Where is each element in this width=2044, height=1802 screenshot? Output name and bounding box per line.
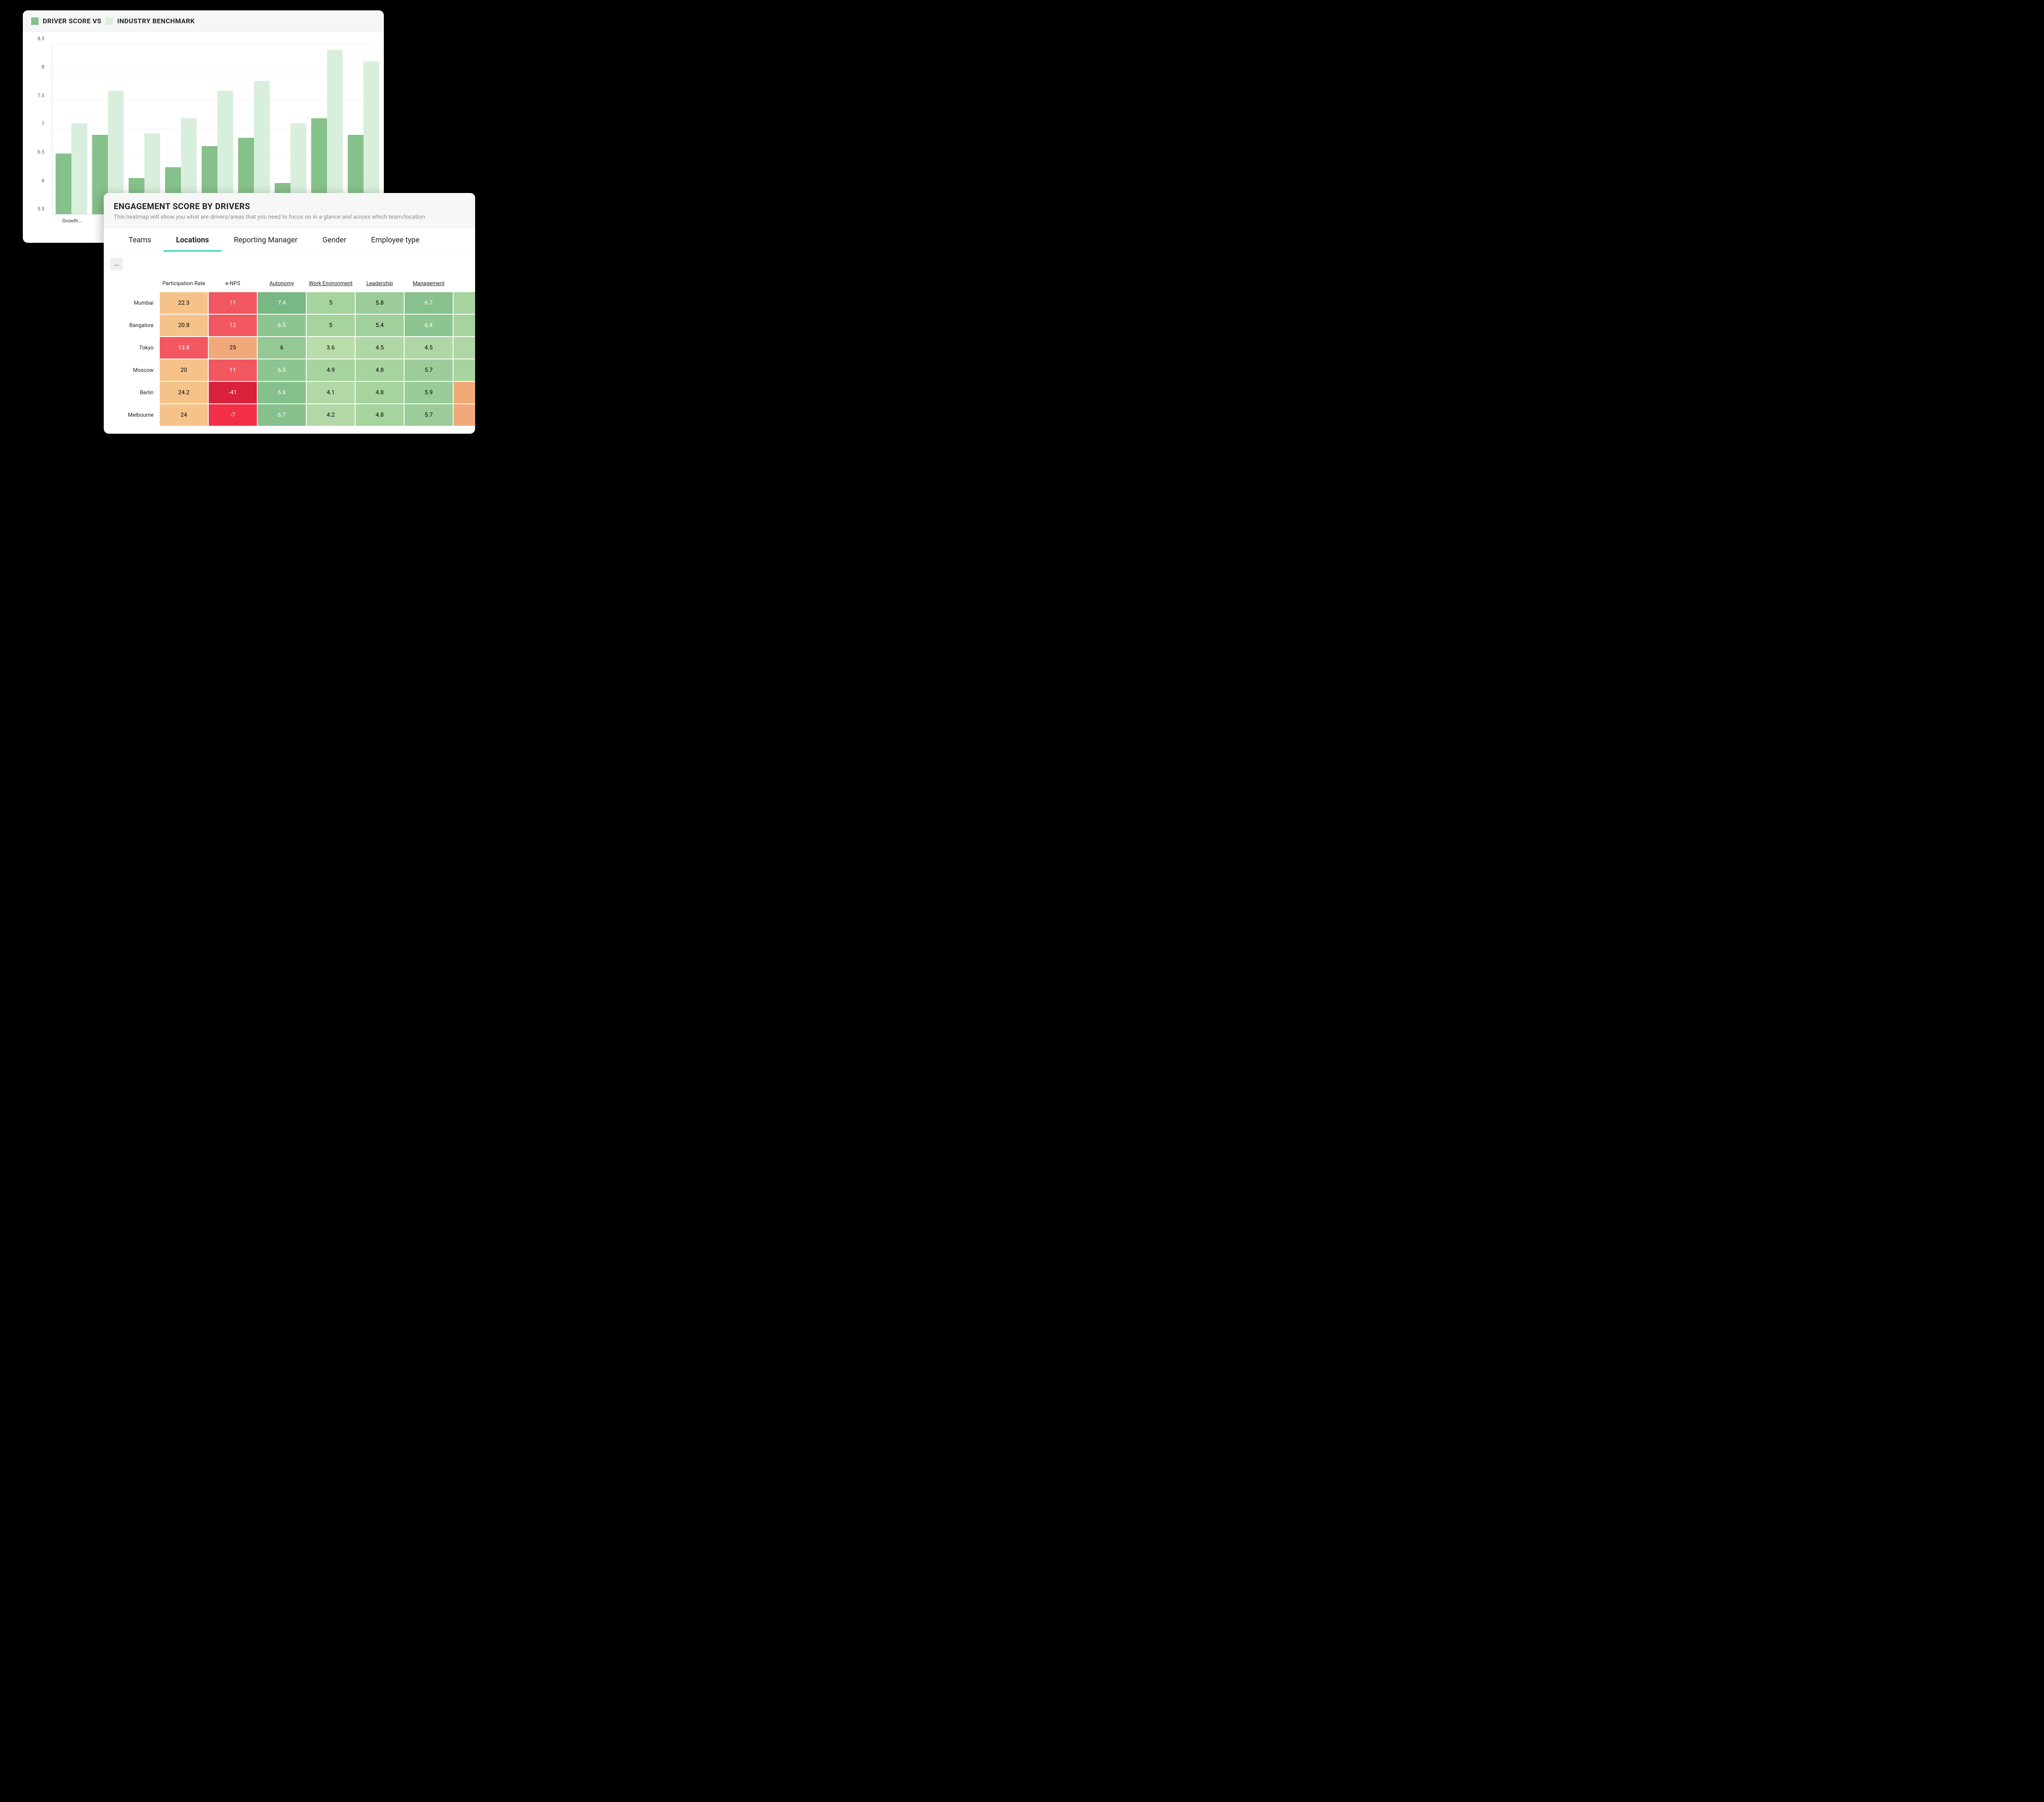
plot-area [52,44,376,215]
heatmap-subtitle: This heatmap will show you what are driv… [114,214,465,220]
y-tick: 7.5 [37,93,44,98]
heatmap-cell: 5.7 [404,404,453,426]
y-tick: 8.5 [37,36,44,42]
heatmap-col-header[interactable]: Autonomy [257,273,306,292]
heatmap-cell: -41 [208,381,257,404]
heatmap-cell: 4.5 [404,337,453,359]
heatmap-grid: Participation Ratee-NPSAutonomyWork Envi… [110,273,475,426]
bar [71,123,87,214]
heatmap-tabs: TeamsLocationsReporting ManagerGenderEmp… [104,228,475,252]
heatmap-cell: 6.4 [404,314,453,337]
legend-swatch-driver [31,17,39,25]
heatmap-cell: -7 [208,404,257,426]
tab-locations[interactable]: Locations [163,228,221,251]
heatmap-col-header[interactable]: Management [404,273,453,292]
bar-group [311,50,343,214]
heatmap-cell: 25 [208,337,257,359]
heatmap-cell: 11 [208,359,257,381]
heatmap-cell: 13.8 [159,337,208,359]
heatmap-title: ENGAGEMENT SCORE BY DRIVERS [114,201,465,211]
heatmap-cell: 4.9 [306,359,355,381]
heatmap-cell: 12 [208,314,257,337]
heatmap-header: ENGAGEMENT SCORE BY DRIVERS This heatmap… [104,193,475,228]
heatmap-cell [453,404,475,426]
heatmap-col-header: Participation Rate [159,273,208,292]
bar [56,154,71,214]
y-tick: 6 [41,178,44,183]
heatmap-cell: 3.6 [306,337,355,359]
y-tick: 6.5 [37,149,44,155]
x-tick-label: Growth... [62,218,82,224]
heatmap-cell [453,359,475,381]
heatmap-col-header: e-NPS [208,273,257,292]
heatmap-cell: 5.4 [355,314,404,337]
heatmap-cell: 7.4 [257,292,306,314]
tab-employee-type[interactable]: Employee type [359,228,432,251]
heatmap-col-header[interactable]: Leadership [355,273,404,292]
heatmap-cell: 5.8 [355,292,404,314]
heatmap-cell: 5 [306,314,355,337]
heatmap-cell: 20 [159,359,208,381]
heatmap-cell: 24 [159,404,208,426]
bar-group [56,123,87,214]
heatmap-cell: 6.7 [257,404,306,426]
heatmap-cell: 20.8 [159,314,208,337]
heatmap-cell: 6.5 [257,314,306,337]
y-tick: 8 [41,64,44,70]
engagement-heatmap-card: ENGAGEMENT SCORE BY DRIVERS This heatmap… [104,193,475,434]
heatmap-cell: 4.8 [355,359,404,381]
heatmap-cell: 4.5 [355,337,404,359]
heatmap-cell: 5.9 [404,381,453,404]
heatmap-cell: 5.7 [404,359,453,381]
y-tick: 7 [41,121,44,127]
heatmap-row-header: Mumbai [110,292,159,314]
more-options-button[interactable]: ... [110,258,123,270]
heatmap-cell: 6.7 [404,292,453,314]
heatmap-col-header[interactable]: Work Environment [306,273,355,292]
bar-chart-legend: DRIVER SCORE VS INDUSTRY BENCHMARK [23,10,384,32]
legend-swatch-benchmark [105,17,113,25]
heatmap-col-header [453,273,475,292]
heatmap-row-header: Moscow [110,359,159,381]
heatmap-row-header: Melbourne [110,404,159,426]
heatmap-cell: 6 [257,337,306,359]
heatmap-cell [453,337,475,359]
heatmap-row-header: Bangalore [110,314,159,337]
bar [327,50,343,214]
heatmap-cell [453,292,475,314]
heatmap-cell: 22.3 [159,292,208,314]
bar [363,61,379,214]
heatmap-cell: 4.2 [306,404,355,426]
heatmap-cell: 11 [208,292,257,314]
heatmap-cell: 6.8 [257,381,306,404]
heatmap-row-header: Tokyo [110,337,159,359]
heatmap-corner [110,273,159,292]
heatmap-cell: 4.8 [355,404,404,426]
heatmap-body: ... Participation Ratee-NPSAutonomyWork … [104,252,475,434]
y-tick: 5.5 [37,206,44,212]
heatmap-cell [453,381,475,404]
heatmap-cell: 24.2 [159,381,208,404]
y-axis-ticks: 5.566.577.588.5 [23,44,48,215]
tab-teams[interactable]: Teams [116,228,163,251]
heatmap-cell: 4.1 [306,381,355,404]
heatmap-cell: 5 [306,292,355,314]
heatmap-cell [453,314,475,337]
heatmap-cell: 6.5 [257,359,306,381]
legend-label-benchmark: INDUSTRY BENCHMARK [117,17,195,25]
bar-group [348,61,379,214]
legend-label-driver: DRIVER SCORE VS [43,17,101,25]
tab-gender[interactable]: Gender [310,228,359,251]
heatmap-cell: 4.8 [355,381,404,404]
heatmap-row-header: Berlin [110,381,159,404]
tab-reporting-manager[interactable]: Reporting Manager [222,228,310,251]
